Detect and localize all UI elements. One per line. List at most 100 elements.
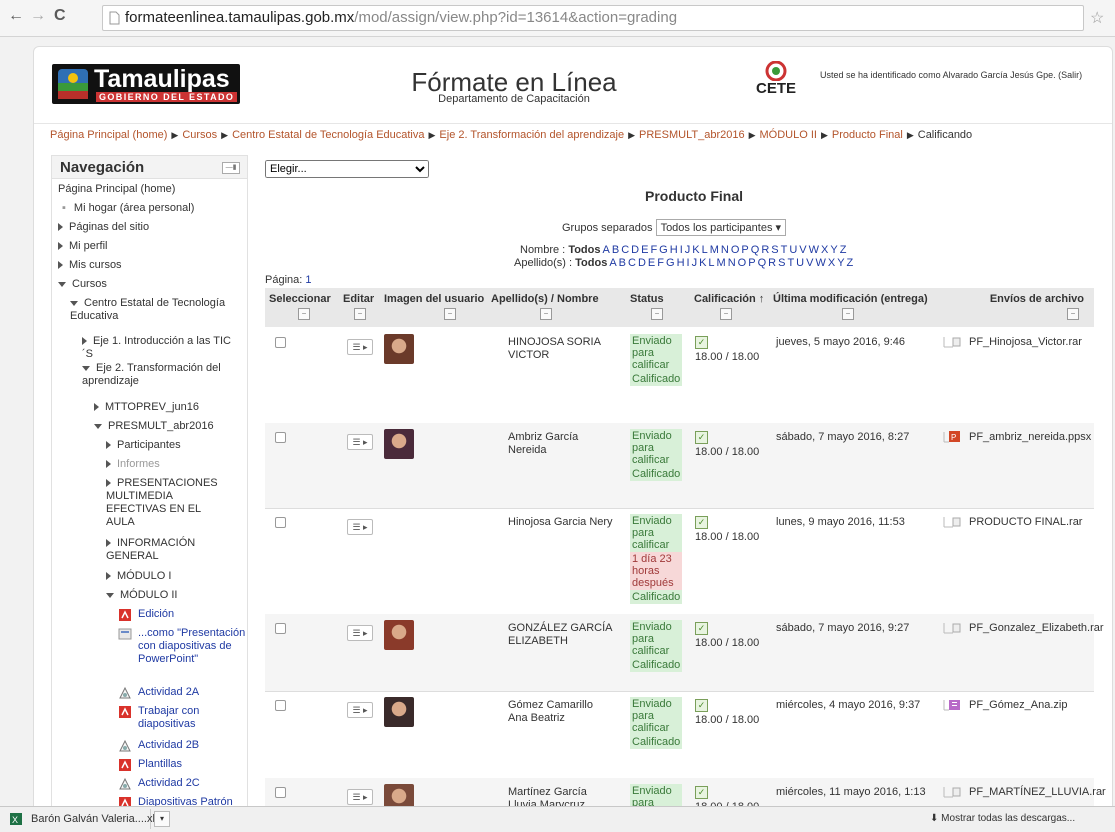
grade-check-icon[interactable]: ✓	[695, 336, 708, 349]
nav-item[interactable]: ...como "Presentación con diapositivas d…	[118, 627, 246, 666]
select-checkbox[interactable]	[275, 623, 286, 634]
address-bar[interactable]: formateenlinea.tamaulipas.gob.mx/mod/ass…	[102, 5, 1084, 31]
nav-item[interactable]: Trabajar con diapositivas	[118, 705, 233, 731]
breadcrumb-item[interactable]: Producto Final	[832, 129, 903, 141]
filter-letter[interactable]: W	[809, 244, 819, 256]
file-name[interactable]: PF_Gonzalez_Elizabeth.rar	[969, 622, 1104, 634]
collapse-arrow-icon[interactable]	[70, 300, 78, 306]
filter-letter[interactable]: C	[621, 244, 629, 256]
select-checkbox[interactable]	[275, 517, 286, 528]
nav-item[interactable]: MTTOPREV_jun16	[94, 401, 199, 414]
select-checkbox[interactable]	[275, 700, 286, 711]
breadcrumb-item[interactable]: PRESMULT_abr2016	[639, 129, 745, 141]
filter-letter[interactable]: K	[699, 257, 706, 269]
filter-letter[interactable]: Z	[847, 257, 854, 269]
submission-file[interactable]: PF_Hinojosa_Victor.rar	[943, 336, 1082, 348]
nav-item[interactable]: Eje 1. Introducción a las TIC ´S	[82, 335, 232, 361]
groups-select[interactable]: Todos los participantes ▾	[655, 219, 787, 236]
expand-arrow-icon[interactable]	[94, 403, 99, 412]
file-name[interactable]: PF_MARTÍNEZ_LLUVIA.rar	[969, 786, 1106, 798]
filter-letter[interactable]: Q	[758, 257, 767, 269]
avatar[interactable]	[384, 697, 414, 727]
expand-arrow-icon[interactable]	[82, 337, 87, 346]
jump-to-select[interactable]: Elegir...	[265, 160, 429, 178]
nav-item[interactable]: Página Principal (home)	[58, 183, 175, 196]
filter-letter[interactable]: D	[631, 244, 639, 256]
nav-item[interactable]: PRESENTACIONES MULTIMEDIA EFECTIVAS EN E…	[106, 477, 224, 529]
nav-item[interactable]: Actividad 2A	[118, 686, 199, 699]
filter-letter[interactable]: S	[778, 257, 785, 269]
filter-letter[interactable]: E	[641, 244, 648, 256]
collapse-column-icon[interactable]: −	[540, 308, 552, 320]
expand-arrow-icon[interactable]	[106, 479, 111, 488]
student-name[interactable]: Hinojosa Garcia Nery	[508, 516, 613, 529]
filter-letter[interactable]: G	[666, 257, 675, 269]
select-checkbox[interactable]	[275, 432, 286, 443]
expand-arrow-icon[interactable]	[106, 460, 111, 469]
collapse-column-icon[interactable]: −	[1067, 308, 1079, 320]
filter-letter[interactable]: X	[828, 257, 835, 269]
filter-letter[interactable]: A	[603, 244, 610, 256]
show-all-downloads[interactable]: ⬇ Mostrar todas las descargas...	[930, 813, 1075, 824]
collapse-column-icon[interactable]: −	[720, 308, 732, 320]
column-header[interactable]: Seleccionar	[269, 293, 331, 305]
filter-letter[interactable]: D	[638, 257, 646, 269]
download-item[interactable]: X Barón Galván Valeria....xlsx	[5, 809, 166, 829]
expand-arrow-icon[interactable]	[58, 223, 63, 232]
student-name[interactable]: GONZÁLEZ GARCÍA ELIZABETH	[508, 622, 613, 648]
dock-icon[interactable]: —▮	[222, 162, 240, 174]
filter-letter[interactable]: O	[731, 244, 740, 256]
nav-item[interactable]: MÓDULO II	[106, 589, 177, 602]
edit-menu-button[interactable]: ☰ ▸	[347, 519, 373, 535]
filter-letter[interactable]: J	[685, 244, 691, 256]
collapse-column-icon[interactable]: −	[444, 308, 456, 320]
expand-arrow-icon[interactable]	[106, 539, 111, 548]
filter-letter[interactable]: M	[717, 257, 726, 269]
login-info[interactable]: Usted se ha identificado como Alvarado G…	[820, 70, 1082, 80]
filter-letter[interactable]: S	[771, 244, 778, 256]
nav-item[interactable]: Edición	[118, 608, 174, 621]
filter-letter[interactable]: M	[710, 244, 719, 256]
column-header[interactable]: Status	[630, 293, 664, 305]
nav-item[interactable]: Participantes	[106, 439, 181, 452]
column-header[interactable]: Calificación ↑	[694, 293, 764, 305]
filter-letter[interactable]: N	[721, 244, 729, 256]
expand-arrow-icon[interactable]	[106, 572, 111, 581]
student-name[interactable]: Ambriz García Nereida	[508, 431, 613, 457]
filter-letter[interactable]: Y	[830, 244, 837, 256]
column-header[interactable]: Envíos de archivo	[990, 293, 1084, 305]
nav-item[interactable]: Mi perfil	[58, 240, 108, 253]
expand-arrow-icon[interactable]	[106, 441, 111, 450]
filter-letter[interactable]: O	[738, 257, 747, 269]
nav-item[interactable]: Plantillas	[118, 758, 182, 771]
edit-menu-button[interactable]: ☰ ▸	[347, 434, 373, 450]
expand-arrow-icon[interactable]	[58, 242, 63, 251]
file-name[interactable]: PF_ambriz_nereida.ppsx	[969, 431, 1091, 443]
grade-check-icon[interactable]: ✓	[695, 786, 708, 799]
filter-letter[interactable]: I	[680, 244, 683, 256]
avatar[interactable]	[384, 620, 414, 650]
avatar[interactable]	[384, 784, 414, 807]
expand-arrow-icon[interactable]	[58, 261, 63, 270]
breadcrumb-item[interactable]: Eje 2. Transformación del aprendizaje	[439, 129, 624, 141]
nav-item[interactable]: Actividad 2B	[118, 739, 199, 752]
avatar[interactable]	[384, 334, 414, 364]
select-checkbox[interactable]	[275, 787, 286, 798]
filter-letter[interactable]: P	[741, 244, 748, 256]
grade-check-icon[interactable]: ✓	[695, 699, 708, 712]
nav-item[interactable]: MÓDULO I	[106, 570, 171, 583]
nav-item[interactable]: Eje 2. Transformación del aprendizaje	[82, 362, 232, 388]
nav-item[interactable]: INFORMACIÓN GENERAL	[106, 537, 216, 563]
filter-letter[interactable]: V	[806, 257, 813, 269]
grade-check-icon[interactable]: ✓	[695, 622, 708, 635]
collapse-column-icon[interactable]: −	[354, 308, 366, 320]
collapse-arrow-icon[interactable]	[58, 281, 66, 287]
filter-letter[interactable]: B	[612, 244, 619, 256]
filter-letter[interactable]: Q	[751, 244, 760, 256]
column-header[interactable]: Imagen del usuario	[384, 293, 484, 305]
submission-file[interactable]: PF_MARTÍNEZ_LLUVIA.rar	[943, 786, 1106, 798]
filter-letter[interactable]: F	[657, 257, 664, 269]
tamaulipas-logo[interactable]: Tamaulipas GOBIERNO DEL ESTADO	[52, 64, 240, 104]
filter-letter[interactable]: Z	[840, 244, 847, 256]
filter-letter[interactable]: W	[815, 257, 825, 269]
